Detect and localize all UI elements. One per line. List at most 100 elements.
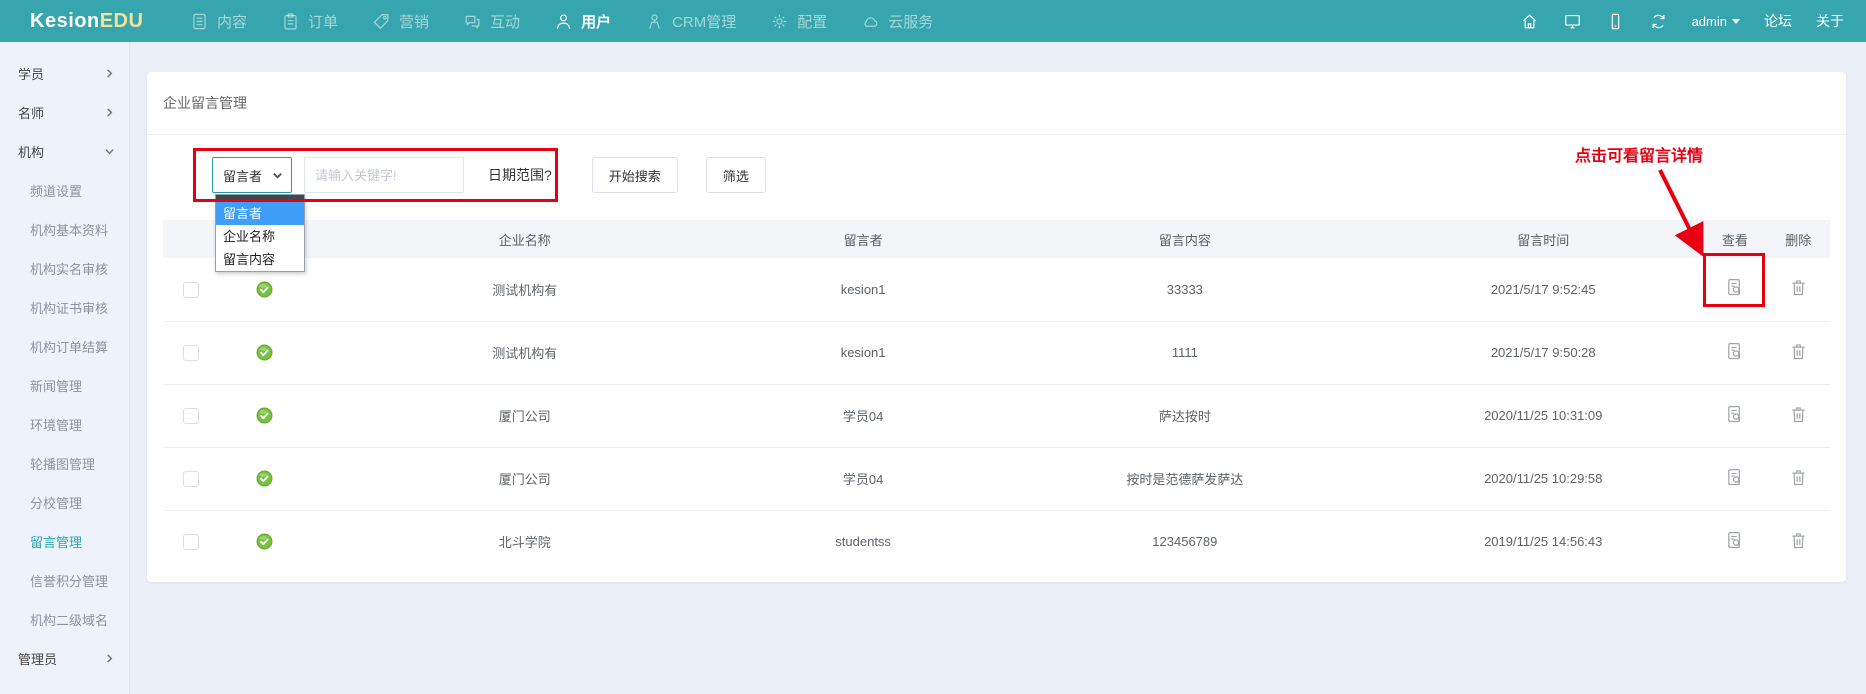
sidebar-item-admins[interactable]: 管理员 <box>0 639 129 678</box>
status-approved-icon <box>256 281 273 298</box>
table-row: 测试机构有 kesion1 33333 2021/5/17 9:52:45 <box>163 258 1830 321</box>
row-checkbox[interactable] <box>183 470 200 487</box>
cell-sender: 学员04 <box>739 383 987 447</box>
view-button[interactable] <box>1724 277 1745 298</box>
sidebar-item-environment[interactable]: 环境管理 <box>0 405 129 444</box>
delete-button[interactable] <box>1788 341 1809 362</box>
sidebar-item-order-settlement[interactable]: 机构订单结算 <box>0 327 129 366</box>
cell-company: 测试机构有 <box>309 320 740 384</box>
nav-label: 营销 <box>399 13 430 31</box>
cell-content: 123456789 <box>986 509 1384 573</box>
about-link[interactable]: 关于 <box>1816 11 1844 31</box>
sidebar-item-carousel[interactable]: 轮播图管理 <box>0 444 129 483</box>
view-button[interactable] <box>1724 404 1745 425</box>
sidebar-item-subdomain[interactable]: 机构二级域名 <box>0 600 129 639</box>
table-row: 北斗学院 studentss 123456789 2019/11/25 14:5… <box>163 509 1830 573</box>
sidebar-item-certificate-audit[interactable]: 机构证书审核 <box>0 288 129 327</box>
topbar-right: admin 论坛 关于 <box>1520 11 1866 31</box>
sidebar-item-label: 机构证书审核 <box>30 301 109 316</box>
monitor-icon[interactable] <box>1563 12 1582 31</box>
sidebar-item-messages[interactable]: 留言管理 <box>0 522 129 561</box>
table-header-row: 状态 企业名称 留言者 留言内容 留言时间 查看 删除 <box>163 220 1830 258</box>
filter-button[interactable]: 筛选 <box>705 157 766 193</box>
delete-button[interactable] <box>1788 404 1809 425</box>
brand-logo: KesionEDU <box>0 10 190 33</box>
header-sender: 留言者 <box>739 220 987 258</box>
nav-item-orders[interactable]: 订单 <box>281 11 338 32</box>
delete-button[interactable] <box>1788 530 1809 551</box>
mobile-icon[interactable] <box>1606 12 1625 31</box>
table-row: 厦门公司 学员04 萨达按时 2020/11/25 10:31:09 <box>163 383 1830 447</box>
cell-sender: kesion1 <box>739 320 987 384</box>
sidebar-item-basic-info[interactable]: 机构基本资料 <box>0 210 129 249</box>
chevron-right-icon <box>107 654 113 663</box>
cell-company: 厦门公司 <box>309 383 740 447</box>
cell-time: 2021/5/17 9:52:45 <box>1490 281 1596 297</box>
forum-link[interactable]: 论坛 <box>1764 11 1792 31</box>
nav-item-cloud[interactable]: 云服务 <box>861 11 933 32</box>
sidebar-item-teachers[interactable]: 名师 <box>0 93 129 132</box>
top-nav: 内容 订单 营销 互动 用户 CRM管理 配置 云服务 <box>190 11 933 32</box>
home-icon[interactable] <box>1520 12 1539 31</box>
main-area: 企业留言管理 留言者 日期范围? 开始搜索 筛选 留言者 企业名称 留言内容 <box>130 42 1866 694</box>
tag-icon <box>373 13 389 29</box>
view-button[interactable] <box>1724 530 1745 551</box>
sidebar-item-students[interactable]: 学员 <box>0 54 129 93</box>
nav-label: 用户 <box>581 13 612 31</box>
sidebar-item-label: 分校管理 <box>30 496 83 511</box>
nav-label: 互动 <box>490 13 521 31</box>
dropdown-option-sender[interactable]: 留言者 <box>216 202 304 225</box>
view-button[interactable] <box>1724 341 1745 362</box>
sidebar-item-label: 环境管理 <box>30 418 83 433</box>
refresh-icon[interactable] <box>1649 12 1668 31</box>
dropdown-option-content[interactable]: 留言内容 <box>216 248 304 271</box>
nav-label: 内容 <box>217 13 248 31</box>
view-button[interactable] <box>1724 467 1745 488</box>
search-field-select[interactable]: 留言者 <box>212 157 292 193</box>
delete-button[interactable] <box>1788 467 1809 488</box>
brand-part2: EDU <box>99 9 144 32</box>
sidebar-item-label: 学员 <box>18 67 45 82</box>
sidebar-item-credit-points[interactable]: 信誉积分管理 <box>0 561 129 600</box>
sidebar-item-realname-audit[interactable]: 机构实名审核 <box>0 249 129 288</box>
header-time: 留言时间 <box>1383 220 1704 258</box>
date-range-label[interactable]: 日期范围? <box>488 165 552 185</box>
chevron-right-icon <box>107 108 113 117</box>
nav-item-crm[interactable]: CRM管理 <box>645 11 736 32</box>
sidebar-item-channel-settings[interactable]: 频道设置 <box>0 171 129 210</box>
select-dropdown: 留言者 企业名称 留言内容 <box>215 194 305 272</box>
nav-item-config[interactable]: 配置 <box>770 11 827 32</box>
dropdown-option-company[interactable]: 企业名称 <box>216 225 304 248</box>
row-checkbox[interactable] <box>183 281 200 298</box>
view-icon <box>1728 342 1741 359</box>
person-outline-icon <box>649 13 660 29</box>
row-checkbox[interactable] <box>183 407 200 424</box>
cell-time: 2021/5/17 9:50:28 <box>1383 320 1704 384</box>
row-checkbox[interactable] <box>183 344 200 361</box>
admin-menu[interactable]: admin <box>1692 14 1740 29</box>
cell-content: 萨达按时 <box>986 383 1384 447</box>
keyword-input[interactable] <box>304 157 464 193</box>
sidebar-item-branch[interactable]: 分校管理 <box>0 483 129 522</box>
admin-label: admin <box>1691 13 1727 29</box>
content-card: 企业留言管理 留言者 日期范围? 开始搜索 筛选 留言者 企业名称 留言内容 <box>147 72 1846 582</box>
nav-item-interaction[interactable]: 互动 <box>463 11 520 32</box>
nav-item-users[interactable]: 用户 <box>554 11 611 32</box>
cell-content: 按时是范德萨发萨达 <box>986 446 1384 510</box>
sidebar-item-label: 频道设置 <box>30 184 83 199</box>
chevron-down-icon <box>273 172 282 179</box>
header-content: 留言内容 <box>986 220 1384 258</box>
sidebar-item-label: 机构基本资料 <box>30 223 109 238</box>
sidebar-item-institutions[interactable]: 机构 <box>0 132 129 171</box>
status-approved-icon <box>256 344 273 361</box>
search-button[interactable]: 开始搜索 <box>591 157 678 193</box>
row-checkbox[interactable] <box>183 534 200 551</box>
sidebar-item-news[interactable]: 新闻管理 <box>0 366 129 405</box>
table-row: 测试机构有 kesion1 1111 2021/5/17 9:50:28 <box>163 320 1830 384</box>
delete-button[interactable] <box>1788 277 1809 298</box>
select-value: 留言者 <box>223 168 263 184</box>
chevron-right-icon <box>107 69 113 78</box>
nav-item-content[interactable]: 内容 <box>190 11 247 32</box>
nav-item-marketing[interactable]: 营销 <box>372 11 429 32</box>
cell-content: 33333 <box>1166 281 1203 297</box>
